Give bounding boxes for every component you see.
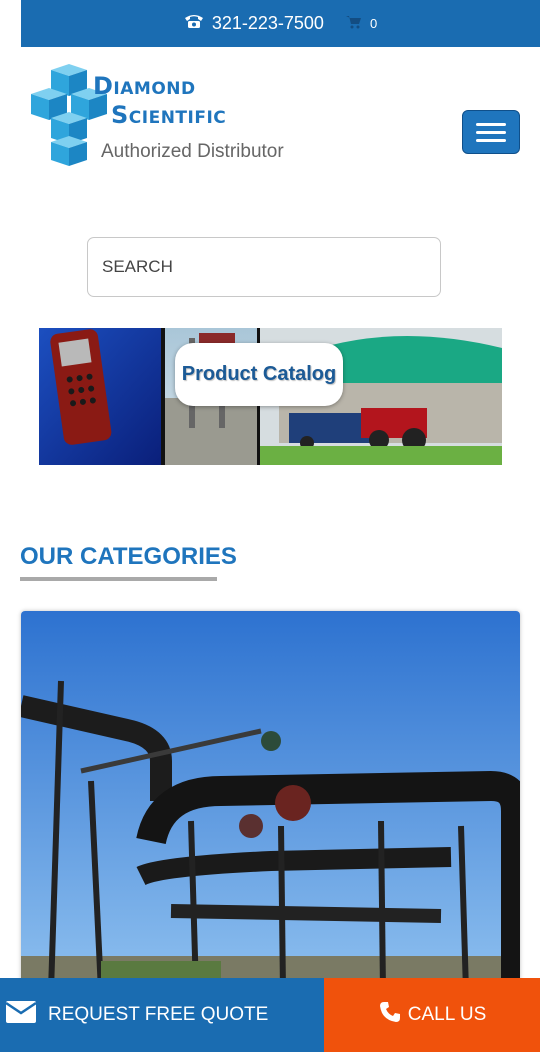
call-us-button[interactable]: CALL US [324,978,540,1052]
request-quote-button[interactable]: REQUEST FREE QUOTE [0,978,324,1052]
cart-icon [345,15,362,32]
logo-tagline: Authorized Distributor [101,141,284,162]
menu-toggle-button[interactable] [462,110,520,154]
product-catalog-button[interactable]: Product Catalog [175,343,343,406]
hamburger-bar-icon [476,138,506,142]
phone-link[interactable]: 321-223-7500 [184,13,324,34]
hamburger-bar-icon [476,130,506,134]
bottom-action-bar: REQUEST FREE QUOTE CALL US [0,978,540,1052]
categories-heading: OUR CATEGORIES [20,543,237,570]
top-bar: 321-223-7500 0 [21,0,540,47]
phone-handset-icon [378,1000,402,1030]
cart-count: 0 [369,16,378,31]
envelope-icon [5,1001,37,1029]
search-input[interactable] [87,237,441,297]
phone-number: 321-223-7500 [211,13,324,33]
logo-line1: Diamond [93,72,196,100]
call-us-label: CALL US [407,1004,487,1025]
heading-underline [20,577,217,581]
phone-icon [184,13,204,34]
category-card[interactable] [21,611,520,991]
cart-link[interactable]: 0 [345,15,378,32]
category-image [21,611,520,991]
hamburger-bar-icon [476,122,506,126]
request-quote-label: REQUEST FREE QUOTE [48,1004,269,1025]
logo-line2: Scientific [111,101,227,129]
